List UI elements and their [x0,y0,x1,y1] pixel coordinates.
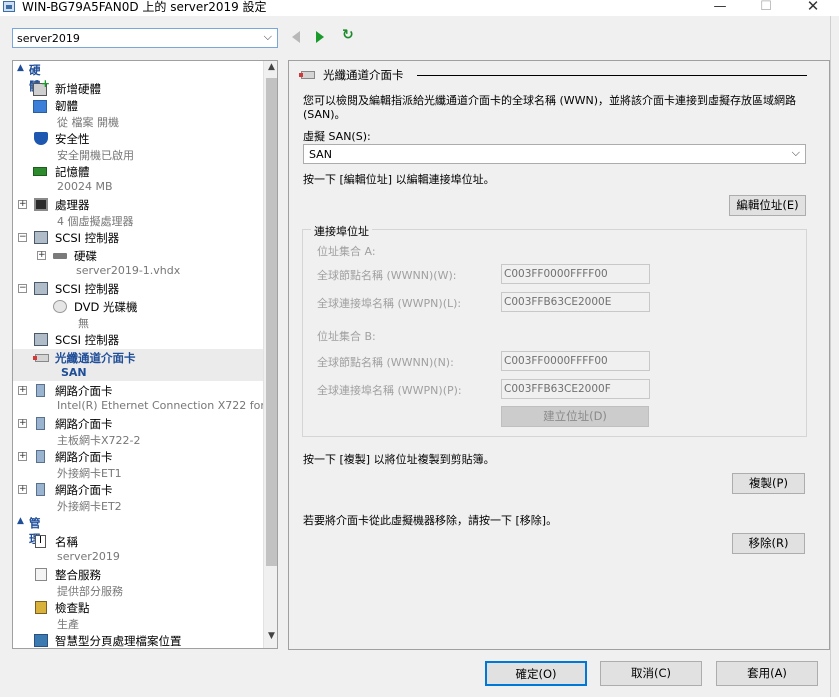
checkpoint-icon [35,601,47,614]
settings-panel: 光纖通道介面卡 您可以檢閱及編輯指派給光纖通道介面卡的全球名稱 (WWN)，並將… [288,60,830,650]
panel-title: 光纖通道介面卡 [323,68,404,82]
tree-item-network-adapter-4[interactable]: + 網路介面卡 外接網卡ET2 [13,481,263,513]
minimize-button[interactable]: — [697,0,743,16]
port-address-group: 連接埠位址 位址集合 A: 全球節點名稱 (WWNN)(W): C003FF00… [302,223,807,437]
network-adapter-icon [36,417,45,430]
tree-scrollbar[interactable]: ▲ ▼ [263,61,277,648]
dvd-disc-icon [53,300,67,313]
shield-icon [34,132,48,145]
add-hardware-icon [33,77,50,96]
scroll-down-icon[interactable]: ▼ [264,631,277,647]
settings-tree[interactable]: ▲ 硬體 新增硬體 韌體 從 檔案 開機 安全性 安全開機已啟用 記憶體 200… [12,60,278,649]
copy-button[interactable]: 複製(P) [732,473,805,494]
wwnn-b-field: C003FF0000FFFF00 [501,351,650,371]
chevron-down-icon: ⌵ [791,146,800,159]
wwnn-a-label: 全球節點名稱 (WWNN)(W): [317,269,457,282]
tree-item-hard-drive[interactable]: + 硬碟 server2019-1.vhdx [13,247,263,279]
integration-services-icon [35,568,47,581]
wwpn-b-label: 全球連接埠名稱 (WWPN)(P): [317,384,462,397]
scrollbar-thumb[interactable] [266,78,277,566]
network-adapter-icon [36,384,45,397]
tree-item-processor[interactable]: + 處理器 4 個虛擬處理器 [13,196,263,228]
edit-address-button[interactable]: 編輯位址(E) [729,195,806,216]
address-set-b-label: 位址集合 B: [317,330,376,343]
expand-icon[interactable]: + [18,485,27,494]
tree-item-firmware[interactable]: 韌體 從 檔案 開機 [13,97,263,129]
collapse-icon[interactable]: − [18,284,27,293]
apply-button[interactable]: 套用(A) [716,661,818,686]
virtual-san-value: SAN [309,148,332,161]
network-adapter-icon [36,450,45,463]
title-bar: WIN-BG79A5FAN0D 上的 server2019 設定 — ☐ ✕ [0,0,839,16]
maximize-button[interactable]: ☐ [743,0,789,16]
expand-icon[interactable]: + [18,452,27,461]
wwpn-a-field: C003FFB63CE2000E [501,292,650,312]
create-address-button: 建立位址(D) [501,406,649,427]
network-adapter-icon [36,483,45,496]
scsi-controller-icon [34,333,48,346]
close-button[interactable]: ✕ [790,0,836,16]
wwnn-b-label: 全球節點名稱 (WWNN)(N): [317,356,454,369]
refresh-icon[interactable]: ↻ [342,28,356,42]
smart-paging-icon [34,634,48,647]
scsi-controller-icon [34,231,48,244]
fibre-channel-icon [299,71,315,79]
hyperv-settings-icon [3,1,15,12]
title-divider [417,75,807,76]
cancel-button[interactable]: 取消(C) [600,661,702,686]
tree-item-security[interactable]: 安全性 安全開機已啟用 [13,130,263,162]
tree-item-fibre-channel-adapter[interactable]: 光纖通道介面卡 SAN [13,349,263,381]
wwpn-b-field: C003FFB63CE2000F [501,379,650,399]
remove-hint: 若要將介面卡從此虛擬機器移除，請按一下 [移除]。 [303,514,558,527]
forward-arrow-icon[interactable] [316,31,324,43]
tree-item-network-adapter-2[interactable]: + 網路介面卡 主板網卡X722-2 [13,415,263,447]
remove-button[interactable]: 移除(R) [732,533,805,554]
memory-icon [33,167,47,176]
wwpn-a-label: 全球連接埠名稱 (WWPN)(L): [317,297,462,310]
hard-drive-icon [53,253,67,259]
tree-item-checkpoints[interactable]: 檢查點 生產 [13,599,263,631]
port-address-group-title: 連接埠位址 [311,223,372,239]
window-edge [830,16,839,697]
window-title: WIN-BG79A5FAN0D 上的 server2019 設定 [22,0,267,14]
wwnn-a-field: C003FF0000FFFF00 [501,264,650,284]
collapse-icon[interactable]: − [18,233,27,242]
scsi-controller-icon [34,282,48,295]
chevron-up-icon: ▲ [17,63,24,73]
scroll-up-icon[interactable]: ▲ [264,62,277,78]
virtual-san-label: 虛擬 SAN(S): [303,130,371,143]
firmware-icon [33,100,47,113]
chevron-up-icon: ▲ [17,516,24,526]
edit-address-hint: 按一下 [編輯位址] 以編輯連接埠位址。 [303,173,495,186]
tree-item-dvd-drive[interactable]: DVD 光碟機 無 [13,298,263,330]
name-tag-icon [35,535,46,548]
tree-item-network-adapter-1[interactable]: + 網路介面卡 Intel(R) Ethernet Connection X72… [13,382,277,414]
processor-icon [34,198,48,211]
tree-item-memory[interactable]: 記憶體 20024 MB [13,163,263,195]
tree-item-integration-services[interactable]: 整合服務 提供部分服務 [13,566,263,598]
ok-button[interactable]: 確定(O) [485,661,587,686]
expand-icon[interactable]: + [37,251,46,260]
expand-icon[interactable]: + [18,419,27,428]
back-arrow-icon[interactable] [292,31,300,43]
panel-description: 您可以檢閱及編輯指派給光纖通道介面卡的全球名稱 (WWN)，並將該介面卡連接到虛… [303,94,797,121]
address-set-a-label: 位址集合 A: [317,245,376,258]
tree-item-smart-paging[interactable]: 智慧型分頁處理檔案位置 [13,632,263,648]
tree-item-name[interactable]: 名稱 server2019 [13,533,263,565]
chevron-down-icon: ⌵ [263,30,272,43]
tree-item-network-adapter-3[interactable]: + 網路介面卡 外接網卡ET1 [13,448,263,480]
virtual-san-select[interactable]: SAN ⌵ [303,144,806,164]
copy-hint: 按一下 [複製] 以將位址複製到剪貼簿。 [303,453,495,466]
expand-icon[interactable]: + [18,386,27,395]
vm-select-value: server2019 [17,32,80,45]
vm-select[interactable]: server2019 ⌵ [12,28,278,48]
expand-icon[interactable]: + [18,200,27,209]
fibre-channel-icon [33,354,49,362]
